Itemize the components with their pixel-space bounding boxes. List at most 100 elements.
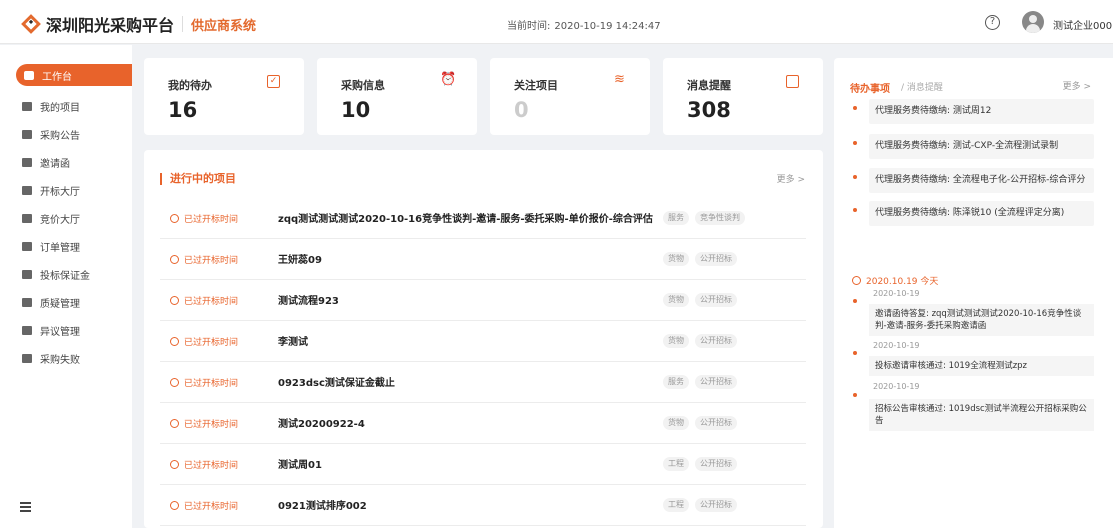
avatar[interactable] <box>1022 11 1044 33</box>
tag: 公开招标 <box>695 375 737 389</box>
query-icon <box>22 297 32 307</box>
wallet-icon <box>786 75 799 88</box>
sidebar-item-label: 采购失败 <box>40 354 80 366</box>
sidebar-item-label: 采购公告 <box>40 130 80 142</box>
sidebar-item-failed[interactable]: 采购失败 <box>22 348 80 368</box>
todo-item[interactable]: 代理服务费待缴纳: 陈泽锐10 (全流程评定分离) <box>869 201 1094 226</box>
sidebar-item-announcements[interactable]: 采购公告 <box>22 124 80 144</box>
platform-title: 深圳阳光采购平台 <box>46 16 175 35</box>
layers-icon: ≋ <box>614 72 625 87</box>
tag: 工程 <box>663 498 689 512</box>
status-text: 已过开标时间 <box>170 499 238 512</box>
clock-icon <box>170 296 179 305</box>
mail-icon <box>22 157 32 167</box>
top-header: 深圳阳光采购平台 供应商系统 当前时间: 2020-10-19 14:24:47 … <box>0 0 1113 44</box>
objection-icon <box>22 325 32 335</box>
todo-more-link[interactable]: 更多 > <box>1063 79 1091 92</box>
clock-icon <box>170 419 179 428</box>
todo-item[interactable]: 代理服务费待缴纳: 测试-CXP-全流程测试录制 <box>869 134 1094 159</box>
current-time: 当前时间: 2020-10-19 14:24:47 <box>503 17 661 32</box>
sidebar-item-my-projects[interactable]: 我的项目 <box>22 96 80 116</box>
sidebar-item-deposit[interactable]: 投标保证金 <box>22 264 90 284</box>
status-text: 已过开标时间 <box>170 335 238 348</box>
timeline-dot <box>853 299 857 303</box>
sidebar-item-bid-opening[interactable]: 开标大厅 <box>22 180 80 200</box>
status-text: 已过开标时间 <box>170 376 238 389</box>
project-name[interactable]: 0923dsc测试保证金截止 <box>278 374 395 389</box>
message-date: 2020-10-19 <box>873 289 920 298</box>
table-row[interactable]: 已过开标时间 李测试 货物 公开招标 <box>160 321 806 362</box>
logo[interactable]: 深圳阳光采购平台 供应商系统 <box>21 12 256 36</box>
sidebar-item-label: 邀请函 <box>40 158 70 170</box>
sidebar-item-label: 订单管理 <box>40 242 80 254</box>
message-date: 2020-10-19 <box>873 382 920 391</box>
message-item[interactable]: 邀请函待答复: zqq测试测试测试2020-10-16竞争性谈判-邀请-服务-委… <box>869 304 1094 336</box>
tag: 公开招标 <box>695 334 737 348</box>
projects-more-link[interactable]: 更多 > <box>777 172 805 185</box>
tag: 货物 <box>663 416 689 430</box>
sidebar-item-label: 竞价大厅 <box>40 214 80 226</box>
tab-todo[interactable]: 待办事项 <box>850 80 890 95</box>
status-text: 已过开标时间 <box>170 253 238 266</box>
sidebar-item-orders[interactable]: 订单管理 <box>22 236 80 256</box>
project-name[interactable]: 测试周01 <box>278 456 322 471</box>
stat-card-messages[interactable]: 消息提醒 308 <box>663 58 823 135</box>
tag: 公开招标 <box>695 498 737 512</box>
tag: 货物 <box>663 293 689 307</box>
todo-item[interactable]: 代理服务费待缴纳: 全流程电子化-公开招标-综合评分 <box>869 168 1094 193</box>
table-row[interactable]: 已过开标时间 测试20200922-4 货物 公开招标 <box>160 403 806 444</box>
help-icon[interactable]: ? <box>985 15 1000 30</box>
project-name[interactable]: 测试流程923 <box>278 292 339 307</box>
sidebar-item-invitations[interactable]: 邀请函 <box>22 152 70 172</box>
hall-icon <box>22 185 32 195</box>
timeline-dot <box>853 175 857 179</box>
sidebar-item-workbench[interactable]: 工作台 <box>16 64 132 86</box>
message-item[interactable]: 投标邀请审核通过: 1019全流程测试zpz <box>869 356 1094 376</box>
sidebar-item-queries[interactable]: 质疑管理 <box>22 292 80 312</box>
check-calendar-icon: ✓ <box>267 75 280 88</box>
sidebar-item-label: 质疑管理 <box>40 298 80 310</box>
table-row[interactable]: 已过开标时间 测试流程923 货物 公开招标 <box>160 280 806 321</box>
section-title: 进行中的项目 <box>160 173 236 185</box>
tag: 货物 <box>663 252 689 266</box>
folder-icon <box>22 101 32 111</box>
username[interactable]: 测试企业0001 <box>1053 17 1113 32</box>
project-name[interactable]: zqq测试测试测试2020-10-16竞争性谈判-邀请-服务-委托采购-单价报价… <box>278 210 653 225</box>
tag: 竞争性谈判 <box>695 211 745 225</box>
sidebar-item-bidding-hall[interactable]: 竞价大厅 <box>22 208 80 228</box>
workbench-icon <box>24 70 34 80</box>
todo-item[interactable]: 代理服务费待缴纳: 测试周12 <box>869 99 1094 124</box>
project-name[interactable]: 李测试 <box>278 333 308 348</box>
tag: 公开招标 <box>695 252 737 266</box>
stat-card-procurement[interactable]: 采购信息 10 ⏰ <box>317 58 477 135</box>
logo-divider <box>182 16 184 32</box>
table-row[interactable]: 已过开标时间 0923dsc测试保证金截止 服务 公开招标 <box>160 362 806 403</box>
table-row[interactable]: 已过开标时间 zqq测试测试测试2020-10-16竞争性谈判-邀请-服务-委托… <box>160 198 806 239</box>
clock-icon <box>170 378 179 387</box>
stat-value: 0 <box>514 98 529 122</box>
project-name[interactable]: 0921测试排序002 <box>278 497 367 512</box>
table-row[interactable]: 已过开标时间 测试周01 工程 公开招标 <box>160 444 806 485</box>
collapse-menu-icon[interactable] <box>20 502 31 512</box>
stat-card-followed[interactable]: 关注项目 0 ≋ <box>490 58 650 135</box>
failed-icon <box>22 353 32 363</box>
timeline-dot <box>853 351 857 355</box>
clock-icon <box>170 214 179 223</box>
todo-panel: 待办事项 / 消息提醒 更多 > 代理服务费待缴纳: 测试周12 代理服务费待缴… <box>834 58 1113 528</box>
timeline-dot <box>853 141 857 145</box>
tag: 服务 <box>663 211 689 225</box>
message-item[interactable]: 招标公告审核通过: 1019dsc测试半流程公开招标采购公告 <box>869 399 1094 431</box>
project-name[interactable]: 王妍蕊09 <box>278 251 322 266</box>
table-row[interactable]: 已过开标时间 王妍蕊09 货物 公开招标 <box>160 239 806 280</box>
table-row[interactable]: 已过开标时间 0921测试排序002 工程 公开招标 <box>160 485 806 526</box>
tab-messages[interactable]: / 消息提醒 <box>901 80 943 93</box>
time-value: 2020-10-19 14:24:47 <box>554 21 661 32</box>
project-name[interactable]: 测试20200922-4 <box>278 415 365 430</box>
sidebar-item-objections[interactable]: 异议管理 <box>22 320 80 340</box>
sidebar-item-label: 异议管理 <box>40 326 80 338</box>
stat-label: 关注项目 <box>514 79 558 92</box>
stat-card-todo[interactable]: 我的待办 16 ✓ <box>144 58 304 135</box>
order-icon <box>22 241 32 251</box>
day-heading: 2020.10.19 今天 <box>852 274 938 287</box>
clock-icon <box>170 460 179 469</box>
